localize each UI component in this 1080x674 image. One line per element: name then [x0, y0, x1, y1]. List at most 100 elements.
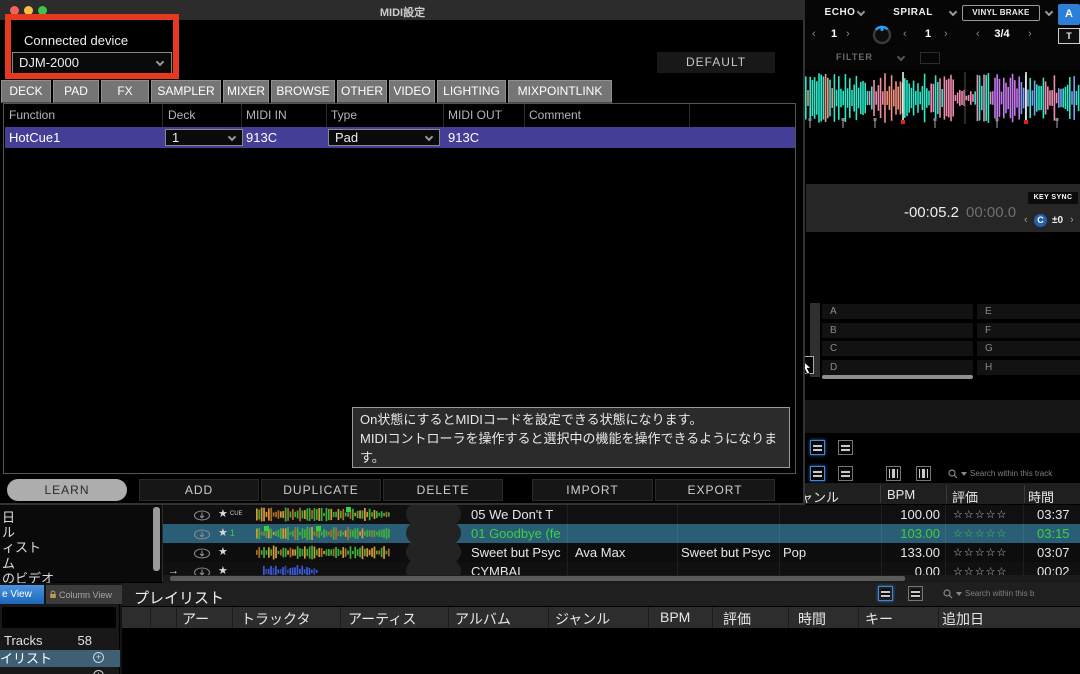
hotcue-slot-A[interactable]: A: [822, 304, 973, 319]
hotcue-slot-B[interactable]: B: [822, 323, 973, 338]
fx-tab-t-button[interactable]: T: [1058, 28, 1080, 44]
fx-slot-name[interactable]: SPIRAL: [885, 7, 941, 18]
sidebar-search-box[interactable]: [2, 607, 116, 628]
table-column-header[interactable]: MIDI IN: [246, 108, 287, 122]
track-rating[interactable]: ☆☆☆☆☆: [953, 546, 1007, 559]
bottom-column-header[interactable]: 時間: [798, 609, 826, 629]
add-playlist-icon[interactable]: +: [93, 670, 104, 674]
track-time: 03:07: [1037, 545, 1070, 560]
tab-deck[interactable]: DECK: [1, 80, 51, 103]
tab-tree-view[interactable]: e View: [0, 585, 44, 604]
add-button[interactable]: ADD: [139, 479, 259, 501]
export-button[interactable]: EXPORT: [655, 479, 775, 501]
track-tag: ★CUE: [218, 507, 243, 520]
tab-mixer[interactable]: MIXER: [223, 80, 269, 103]
track-row[interactable]: ★CUE05 We Don't T100.00☆☆☆☆☆03:37: [163, 505, 1080, 524]
column-view-icon[interactable]: [886, 466, 901, 481]
bottom-column-header[interactable]: アルバム: [455, 609, 511, 629]
learn-button[interactable]: LEARN: [7, 479, 127, 501]
tracklist-hscrollbar-thumb[interactable]: [170, 576, 905, 581]
fx-beat-prev-button[interactable]: ‹: [903, 28, 907, 40]
fx-slot-name[interactable]: ECHO: [818, 7, 862, 18]
hotcue-slot-E[interactable]: E: [977, 304, 1080, 319]
add-playlist-icon[interactable]: +: [93, 652, 104, 663]
hotcue-slot-F[interactable]: F: [977, 323, 1080, 338]
bottom-header-divider: [448, 607, 449, 628]
right-list-header[interactable]: 時間: [1028, 487, 1054, 506]
tab-browse[interactable]: BROWSE: [271, 80, 335, 103]
filter-label[interactable]: FILTER: [836, 52, 873, 62]
table-column-header[interactable]: Comment: [529, 108, 581, 122]
cell-divider: [945, 543, 946, 562]
fx-beat-next-button[interactable]: ›: [1028, 28, 1032, 40]
tab-pad[interactable]: PAD: [53, 80, 99, 103]
hotcue-scrollbar[interactable]: [822, 375, 973, 379]
fx-beat-prev-button[interactable]: ‹: [812, 28, 816, 40]
bottom-column-header[interactable]: BPM: [660, 609, 690, 625]
bottom-header-divider: [858, 607, 859, 628]
list-view-icon[interactable]: [908, 586, 923, 601]
playlist-title: プレイリスト: [134, 587, 224, 608]
list-view-icon[interactable]: [810, 466, 825, 481]
track-search-input[interactable]: Search within this track: [948, 466, 1080, 481]
tab-lighting[interactable]: LIGHTING: [437, 80, 506, 103]
bottom-column-header[interactable]: アー: [182, 609, 209, 629]
list-view-icon[interactable]: [838, 466, 853, 481]
bottom-search-input[interactable]: Search within this b: [943, 586, 1080, 601]
search-filter-dropdown-icon[interactable]: [956, 592, 962, 596]
track-rating[interactable]: ☆☆☆☆☆: [953, 508, 1007, 521]
key-next-button[interactable]: ›: [1070, 214, 1074, 226]
right-list-header[interactable]: BPM: [887, 487, 915, 502]
duplicate-button[interactable]: DUPLICATE: [261, 479, 381, 501]
tab-other[interactable]: OTHER: [337, 80, 387, 103]
bottom-column-header[interactable]: 評価: [723, 609, 751, 629]
hotcue-slot-G[interactable]: G: [977, 341, 1080, 356]
default-button[interactable]: DEFAULT: [657, 52, 775, 73]
key-value[interactable]: C: [1034, 214, 1047, 227]
bottom-column-header[interactable]: ジャンル: [555, 609, 610, 629]
bottom-column-header[interactable]: キー: [865, 609, 893, 629]
tab-sampler[interactable]: SAMPLER: [151, 80, 221, 103]
midi-table-row[interactable]: HotCue11913CPad913C: [5, 127, 795, 148]
table-column-header[interactable]: MIDI OUT: [448, 108, 502, 122]
tree-scrollbar[interactable]: [153, 507, 160, 571]
delete-button[interactable]: DELETE: [383, 479, 503, 501]
search-filter-dropdown-icon[interactable]: [961, 472, 967, 476]
key-prev-button[interactable]: ‹: [1024, 214, 1028, 226]
tab-column-view[interactable]: Column View: [46, 585, 122, 604]
right-list-header[interactable]: ャンル: [800, 487, 839, 506]
hotcue-slot-C[interactable]: C: [822, 341, 973, 356]
bottom-column-header[interactable]: トラックタ: [241, 609, 310, 629]
table-column-header[interactable]: Deck: [168, 108, 195, 122]
bottom-column-header[interactable]: アーティス: [348, 609, 416, 629]
tab-fx[interactable]: FX: [101, 80, 149, 103]
fx-beat-next-button[interactable]: ›: [846, 28, 850, 40]
sidebar-tracks-label[interactable]: Tracks: [4, 633, 43, 648]
table-column-header[interactable]: Function: [9, 108, 55, 122]
chevron-down-icon: [425, 133, 433, 141]
list-view-icon[interactable]: [878, 586, 893, 601]
key-sync-badge[interactable]: KEY SYNC: [1028, 192, 1078, 204]
tab-video[interactable]: VIDEO: [389, 80, 435, 103]
right-list-header[interactable]: 評価: [952, 487, 978, 506]
fx-assign-a-button[interactable]: A: [1058, 4, 1080, 25]
type-select[interactable]: Pad: [328, 129, 440, 146]
deck-select[interactable]: 1: [165, 129, 243, 146]
track-rating[interactable]: ☆☆☆☆☆: [953, 527, 1007, 540]
bottom-column-header[interactable]: 追加日: [942, 609, 984, 629]
tab-mixpointlink[interactable]: MIXPOINTLINK: [508, 80, 612, 103]
hotcue-slot-D[interactable]: D: [822, 360, 973, 375]
fx-slot-name[interactable]: VINYL BRAKE: [962, 5, 1040, 21]
list-view-icon[interactable]: [810, 440, 825, 455]
search-icon: [943, 589, 953, 599]
hotcue-slot-H[interactable]: H: [977, 360, 1080, 375]
import-button[interactable]: IMPORT: [532, 479, 653, 501]
fx-beat-next-button[interactable]: ›: [944, 28, 948, 40]
track-row[interactable]: ★101 Goodbye (fe103.00☆☆☆☆☆03:15: [163, 524, 1080, 543]
table-column-header[interactable]: Type: [331, 108, 357, 122]
column-view-icon[interactable]: [916, 466, 931, 481]
cloud-download-icon: [193, 527, 211, 543]
list-view-icon[interactable]: [838, 440, 853, 455]
fx-beat-prev-button[interactable]: ‹: [976, 28, 980, 40]
track-row[interactable]: ★Sweet but PsycAva MaxSweet but PsycPop1…: [163, 543, 1080, 562]
